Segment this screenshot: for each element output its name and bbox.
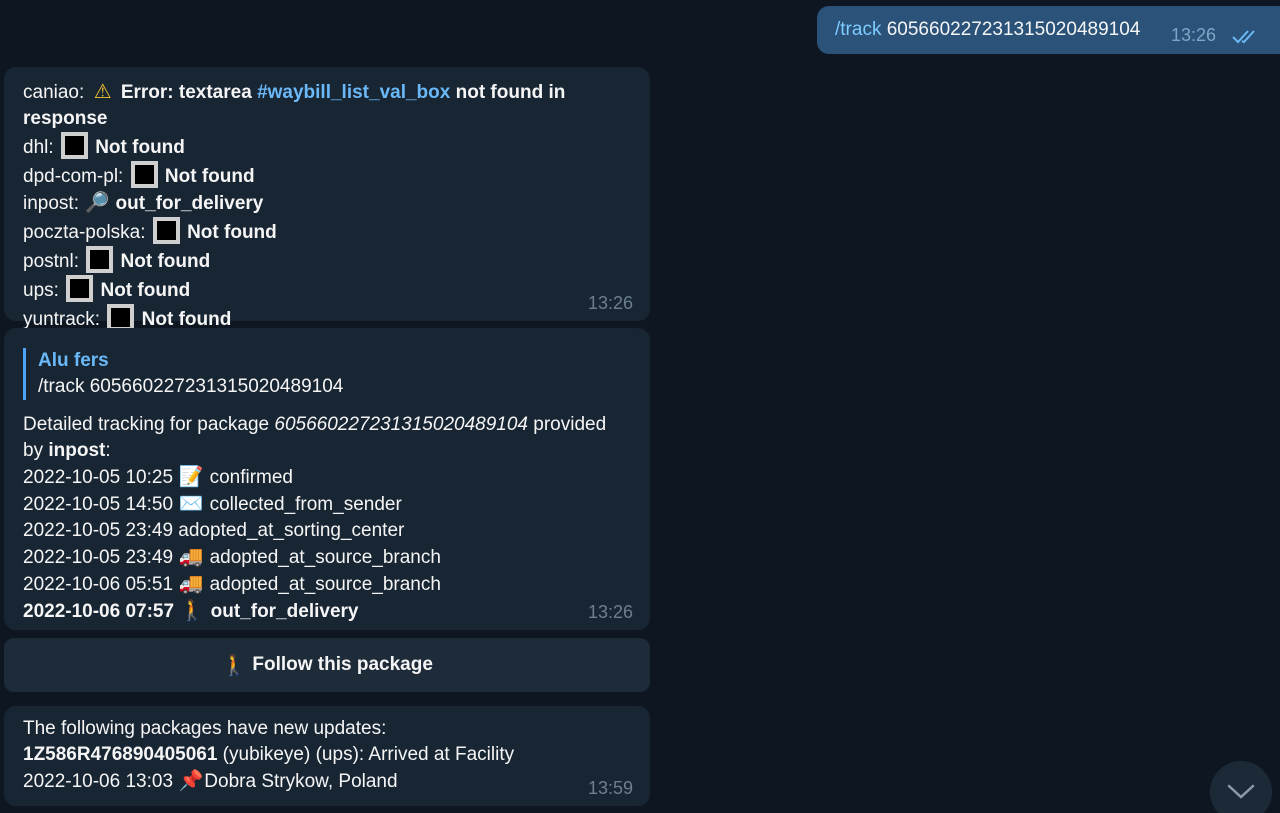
black-square-icon [66, 275, 94, 302]
carrier-row: ups: Not found [23, 275, 631, 304]
tracking-event: 2022-10-05 23:49 🚚 adopted_at_source_bra… [23, 544, 631, 571]
pushpin-icon: 📌 [178, 770, 204, 792]
intro-colon: : [105, 440, 111, 461]
update-location: Dobra Strykow, Poland [204, 771, 398, 792]
carrier-name: poczta-polska: [23, 222, 146, 243]
carrier-status: Not found [164, 166, 255, 187]
tracking-number: 605660227231315020489104 [886, 19, 1141, 40]
event-status: collected_from_sender [209, 494, 402, 515]
event-status: confirmed [209, 467, 293, 488]
event-datetime: 2022-10-05 14:50 [23, 494, 174, 515]
tracking-event: 2022-10-05 23:49 adopted_at_sorting_cent… [23, 518, 631, 544]
error-suffix: not found in [450, 82, 566, 103]
event-datetime: 2022-10-05 10:25 [23, 467, 174, 488]
carrier-row: poczta-polska: Not found [23, 217, 631, 246]
carrier-status: Not found [95, 137, 185, 158]
truck-icon: 🚚 [178, 573, 204, 595]
truck-icon: 🚚 [178, 546, 204, 568]
memo-icon: 📝 [178, 466, 204, 488]
error-text: Error: textarea [120, 82, 258, 103]
carrier-status: Not found [141, 309, 232, 330]
update-detail: (yubikeye) (ups): Arrived at Facility [217, 744, 515, 765]
black-square-icon [60, 132, 88, 159]
tracking-event: 2022-10-06 05:51 🚚 adopted_at_source_bra… [23, 571, 631, 598]
carrier-results-message: caniao: ⚠ Error: textarea #waybill_list_… [4, 67, 650, 331]
intro-by: by [23, 440, 49, 461]
carrier-row: postnl: Not found [23, 246, 631, 275]
update-row: 1Z586R476890405061 (yubikeye) (ups): Arr… [23, 742, 631, 768]
carrier-name: dpd-com-pl: [23, 166, 124, 187]
event-status: adopted_at_source_branch [209, 574, 441, 595]
update-datetime: 2022-10-06 13:03 [23, 771, 174, 792]
carrier-row: inpost: 🔎 out_for_delivery [23, 190, 631, 217]
carrier-name: inpost: [23, 193, 79, 214]
follow-button-label: Follow this package [252, 654, 433, 675]
intro-line-2: by inpost: [23, 438, 631, 464]
double-check-icon [1232, 30, 1255, 44]
error-line: caniao: ⚠ Error: textarea #waybill_list_… [23, 79, 631, 106]
tracking-detail-message: Alu fers /track 605660227231315020489104… [4, 328, 650, 630]
carrier-status: Not found [100, 280, 191, 301]
message-time: 13:59 [587, 778, 633, 798]
scroll-to-bottom-button[interactable] [1210, 761, 1272, 813]
magnifier-icon: 🔎 [84, 192, 110, 214]
reply-text: /track 605660227231315020489104 [38, 376, 344, 397]
message-time: 13:26 [587, 293, 633, 313]
black-square-icon [107, 304, 135, 331]
reply-quote[interactable]: Alu fers /track 605660227231315020489104 [23, 348, 631, 400]
black-square-icon [152, 217, 180, 244]
command-link[interactable]: /track [835, 19, 881, 40]
carrier-status: out_for_delivery [115, 193, 264, 214]
tracking-event-latest: 2022-10-06 07:57 🚶 out_for_delivery [23, 598, 631, 625]
carrier-name: postnl: [23, 251, 79, 272]
black-square-icon [86, 246, 114, 273]
intro-text: Detailed tracking for package [23, 414, 275, 435]
message-time: 13:26 [587, 602, 633, 622]
hashtag-link[interactable]: #waybill_list_val_box [257, 82, 450, 103]
carrier-name: inpost [48, 440, 106, 461]
reply-author: Alu fers [38, 350, 109, 371]
carrier-name: dhl: [23, 137, 54, 158]
black-square-icon [130, 161, 158, 188]
warning-icon: ⚠ [93, 81, 112, 103]
envelope-icon: ✉️ [178, 493, 204, 515]
outgoing-text: /track 605660227231315020489104 [835, 19, 1140, 41]
chevron-down-icon [1227, 784, 1255, 799]
event-status: adopted_at_source_branch [209, 547, 441, 568]
carrier-row: dhl: Not found [23, 132, 631, 161]
carrier-name: yuntrack: [23, 309, 101, 330]
carrier-row: dpd-com-pl: Not found [23, 161, 631, 190]
event-status: out_for_delivery [210, 601, 359, 622]
event-status: adopted_at_sorting_center [178, 520, 405, 541]
error-line-2: response [23, 108, 108, 129]
intro-line: Detailed tracking for package 6056602272… [23, 412, 631, 438]
tracking-number: 1Z586R476890405061 [23, 744, 218, 765]
event-datetime: 2022-10-06 05:51 [23, 574, 174, 595]
carrier-status: Not found [120, 251, 211, 272]
carrier-name: ups: [23, 280, 59, 301]
tracking-event: 2022-10-05 14:50 ✉️ collected_from_sende… [23, 491, 631, 518]
updates-message: The following packages have new updates:… [4, 706, 650, 806]
walking-person-icon: 🚶 [221, 654, 247, 677]
tracking-event: 2022-10-05 10:25 📝 confirmed [23, 464, 631, 491]
update-location-row: 2022-10-06 13:03 📌Dobra Strykow, Poland [23, 768, 631, 795]
package-number: 605660227231315020489104 [274, 414, 528, 435]
chat-area: /track 605660227231315020489104 13:26 ca… [0, 0, 1280, 813]
intro-suffix: provided [527, 414, 607, 435]
event-datetime: 2022-10-05 23:49 [23, 520, 174, 541]
carrier-name: caniao: [23, 82, 90, 103]
updates-heading: The following packages have new updates: [23, 718, 387, 739]
outgoing-message[interactable]: /track 605660227231315020489104 13:26 [817, 6, 1280, 54]
message-time: 13:26 [1171, 25, 1217, 45]
carrier-status: Not found [187, 222, 277, 243]
walking-person-icon: 🚶 [179, 600, 205, 622]
event-datetime: 2022-10-06 07:57 [23, 601, 175, 622]
follow-package-button[interactable]: 🚶 Follow this package [4, 638, 650, 692]
event-datetime: 2022-10-05 23:49 [23, 547, 174, 568]
